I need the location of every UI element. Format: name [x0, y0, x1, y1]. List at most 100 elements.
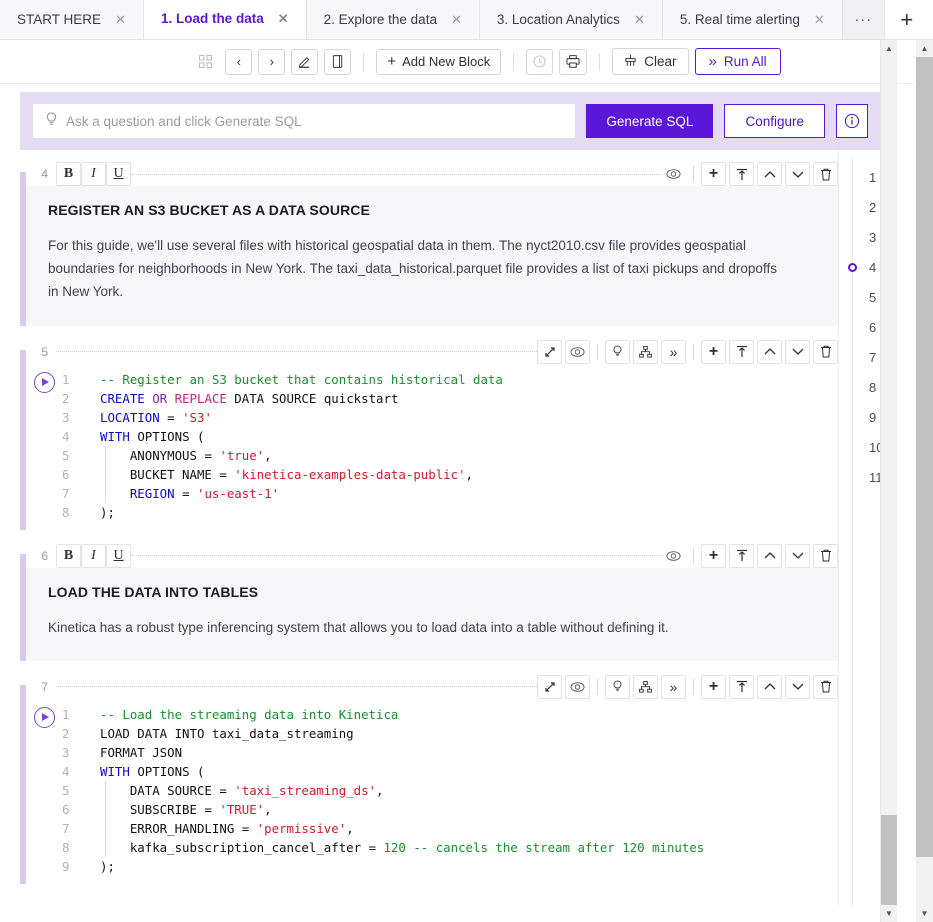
insert-above-icon[interactable]: [729, 162, 754, 186]
preview-eye-icon[interactable]: [565, 675, 590, 699]
plan-graph-icon[interactable]: [633, 675, 658, 699]
delete-block-icon[interactable]: [813, 162, 838, 186]
tab-location-analytics[interactable]: 3. Location Analytics ✕: [480, 0, 663, 39]
markdown-body[interactable]: REGISTER AN S3 BUCKET AS A DATA SOURCE F…: [26, 186, 838, 326]
code-line-text: );: [84, 503, 115, 522]
add-block-icon[interactable]: +: [701, 162, 726, 186]
expand-icon[interactable]: [537, 675, 562, 699]
tab-explore-the-data[interactable]: 2. Explore the data ✕: [307, 0, 480, 39]
close-icon[interactable]: ✕: [115, 13, 126, 26]
code-line: 2LOAD DATA INTO taxi_data_streaming: [62, 724, 838, 743]
preview-eye-icon[interactable]: [565, 340, 590, 364]
rail-item-7[interactable]: 7: [839, 342, 916, 372]
page-scrollbar[interactable]: ▲ ▼: [916, 40, 933, 922]
italic-button[interactable]: I: [81, 544, 106, 568]
info-icon[interactable]: [836, 104, 868, 138]
scroll-up-icon[interactable]: ▲: [916, 40, 933, 57]
lightbulb-icon[interactable]: [605, 340, 630, 364]
insert-above-icon[interactable]: [729, 675, 754, 699]
add-block-icon[interactable]: +: [701, 340, 726, 364]
plan-graph-icon[interactable]: [633, 340, 658, 364]
rail-item-6[interactable]: 6: [839, 312, 916, 342]
markdown-body[interactable]: LOAD THE DATA INTO TABLES Kinetica has a…: [26, 568, 838, 661]
layout-grid-icon[interactable]: [192, 49, 219, 75]
delete-block-icon[interactable]: [813, 340, 838, 364]
move-down-icon[interactable]: [785, 544, 810, 568]
rail-item-3[interactable]: 3: [839, 222, 916, 252]
prev-button[interactable]: ‹: [225, 49, 252, 75]
rail-item-10[interactable]: 10: [839, 432, 916, 462]
ask-question-input[interactable]: Ask a question and click Generate SQL: [33, 104, 575, 138]
preview-eye-icon[interactable]: [661, 162, 686, 186]
generate-sql-button[interactable]: Generate SQL: [586, 104, 713, 138]
rail-item-8[interactable]: 8: [839, 372, 916, 402]
edit-pencil-icon[interactable]: [291, 49, 318, 75]
delete-block-icon[interactable]: [813, 675, 838, 699]
block-sql-5: 5: [20, 340, 838, 530]
bold-button[interactable]: B: [56, 544, 81, 568]
add-block-icon[interactable]: +: [701, 544, 726, 568]
scrollbar-thumb[interactable]: [916, 57, 933, 857]
add-tab-icon[interactable]: +: [885, 0, 929, 39]
content-scrollbar[interactable]: ▲ ▼: [880, 40, 897, 922]
rail-item-2[interactable]: 2: [839, 192, 916, 222]
move-down-icon[interactable]: [785, 675, 810, 699]
more-actions-icon[interactable]: »: [661, 340, 686, 364]
scroll-up-icon[interactable]: ▲: [881, 40, 897, 57]
tab-start-here[interactable]: START HERE ✕: [0, 0, 144, 39]
insert-above-icon[interactable]: [729, 544, 754, 568]
next-button[interactable]: ›: [258, 49, 285, 75]
run-block-button[interactable]: [26, 705, 62, 876]
tab-real-time-alerting[interactable]: 5. Real time alerting ✕: [663, 0, 843, 39]
history-clock-icon[interactable]: [526, 49, 553, 75]
add-block-icon[interactable]: +: [701, 675, 726, 699]
move-up-icon[interactable]: [757, 162, 782, 186]
rail-item-11[interactable]: 11: [839, 462, 916, 492]
delete-block-icon[interactable]: [813, 544, 838, 568]
rail-item-1[interactable]: 1: [839, 162, 916, 192]
lightbulb-icon: [45, 112, 58, 131]
move-up-icon[interactable]: [757, 544, 782, 568]
rail-item-9[interactable]: 9: [839, 402, 916, 432]
rail-item-4[interactable]: 4: [839, 252, 916, 282]
underline-button[interactable]: U: [106, 162, 131, 186]
run-all-button[interactable]: » Run All: [695, 48, 781, 75]
code-line-text: kafka_subscription_cancel_after = 120 --…: [84, 838, 704, 857]
more-actions-icon[interactable]: »: [661, 675, 686, 699]
expand-icon[interactable]: [537, 340, 562, 364]
tab-load-the-data[interactable]: 1. Load the data ✕: [144, 0, 307, 39]
clear-button[interactable]: Clear: [612, 48, 688, 75]
code-token: OR: [152, 391, 174, 406]
close-icon[interactable]: ✕: [451, 13, 462, 26]
copy-icon[interactable]: [324, 49, 351, 75]
broom-icon: [624, 54, 637, 70]
rail-item-5[interactable]: 5: [839, 282, 916, 312]
configure-button[interactable]: Configure: [724, 104, 825, 138]
move-up-icon[interactable]: [757, 675, 782, 699]
scroll-down-icon[interactable]: ▼: [916, 905, 933, 922]
move-up-icon[interactable]: [757, 340, 782, 364]
move-down-icon[interactable]: [785, 340, 810, 364]
preview-eye-icon[interactable]: [661, 544, 686, 568]
insert-above-icon[interactable]: [729, 340, 754, 364]
close-icon[interactable]: ✕: [634, 13, 645, 26]
sql-editor[interactable]: 1-- Load the streaming data into Kinetic…: [26, 699, 838, 884]
close-icon[interactable]: ✕: [814, 13, 825, 26]
move-down-icon[interactable]: [785, 162, 810, 186]
scroll-down-icon[interactable]: ▼: [881, 905, 897, 922]
bold-button[interactable]: B: [56, 162, 81, 186]
run-block-button[interactable]: [26, 370, 62, 522]
close-icon[interactable]: ✕: [278, 12, 289, 25]
lightbulb-icon[interactable]: [605, 675, 630, 699]
scrollbar-thumb[interactable]: [881, 815, 897, 905]
italic-button[interactable]: I: [81, 162, 106, 186]
code-line-number: 5: [62, 781, 84, 800]
sql-editor[interactable]: 1-- Register an S3 bucket that contains …: [26, 364, 838, 530]
sql-code[interactable]: 1-- Load the streaming data into Kinetic…: [62, 705, 838, 876]
underline-button[interactable]: U: [106, 544, 131, 568]
code-token: =: [219, 467, 234, 482]
tab-overflow-icon[interactable]: ···: [843, 0, 885, 39]
sql-code[interactable]: 1-- Register an S3 bucket that contains …: [62, 370, 838, 522]
print-icon[interactable]: [559, 49, 587, 75]
add-new-block-button[interactable]: + Add New Block: [376, 49, 501, 75]
